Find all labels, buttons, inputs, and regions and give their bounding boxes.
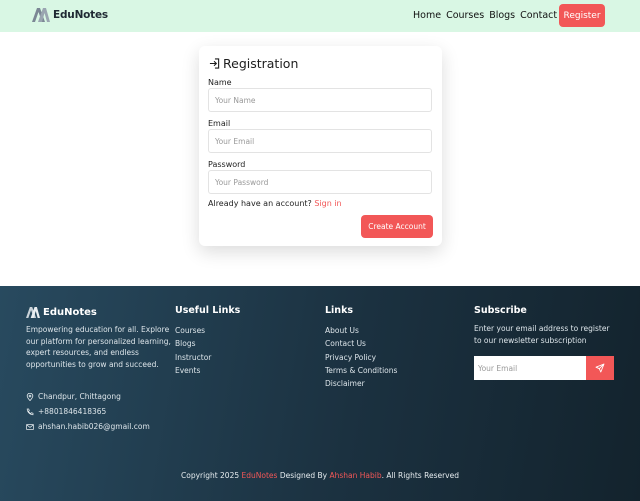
- mail-icon: [26, 423, 34, 430]
- brand-name: EduNotes: [53, 9, 108, 21]
- register-button[interactable]: Register: [559, 4, 605, 27]
- signin-link[interactable]: Sign in: [314, 199, 341, 208]
- email-label: Email: [208, 119, 231, 128]
- already-text: Already have an account?: [208, 199, 312, 208]
- footer-brand[interactable]: EduNotes: [26, 307, 97, 318]
- location-pin-icon: [26, 392, 34, 401]
- footer-description: Empowering education for all. Explore ou…: [26, 325, 171, 370]
- footer-link-events[interactable]: Events: [175, 364, 211, 377]
- send-icon: [595, 363, 605, 373]
- footer-phone: +8801846418365: [26, 407, 106, 416]
- footer-link-disclaimer[interactable]: Disclaimer: [325, 377, 397, 390]
- signin-prompt: Already have an account? Sign in: [208, 199, 342, 208]
- footer-address: Chandpur, Chittagong: [26, 392, 121, 401]
- footer-link-contact-us[interactable]: Contact Us: [325, 337, 397, 350]
- logo-icon: [26, 307, 40, 318]
- copyright-designed-by: Designed By: [279, 471, 328, 480]
- brand-logo[interactable]: EduNotes: [32, 8, 108, 22]
- email-input[interactable]: Your Email: [208, 129, 432, 153]
- footer-link-terms[interactable]: Terms & Conditions: [325, 364, 397, 377]
- useful-links-heading: Useful Links: [175, 305, 241, 316]
- name-label: Name: [208, 78, 232, 87]
- footer-link-about-us[interactable]: About Us: [325, 324, 397, 337]
- sign-in-icon: [209, 58, 220, 69]
- copyright: Copyright 2025 EduNotes Designed By Ahsh…: [0, 471, 640, 480]
- newsletter-email-input[interactable]: Your Email: [474, 356, 586, 380]
- navbar: EduNotes Home Courses Blogs Contact Us R…: [0, 0, 640, 32]
- footer-brand-name: EduNotes: [43, 307, 97, 318]
- subscribe-text: Enter your email address to register to …: [474, 324, 610, 345]
- email-text: ahshan.habib026@gmail.com: [38, 422, 150, 431]
- nav-link-courses[interactable]: Courses: [446, 10, 484, 21]
- useful-links-list: Courses Blogs Instructor Events: [175, 324, 211, 377]
- newsletter-send-button[interactable]: [586, 356, 614, 380]
- nav-link-blogs[interactable]: Blogs: [489, 10, 515, 21]
- footer-link-privacy-policy[interactable]: Privacy Policy: [325, 351, 397, 364]
- password-input[interactable]: Your Password: [208, 170, 432, 194]
- logo-icon: [32, 8, 50, 22]
- card-header: Registration: [209, 56, 298, 71]
- copyright-prefix: Copyright 2025: [181, 471, 240, 480]
- footer: EduNotes Empowering education for all. E…: [0, 286, 640, 501]
- phone-icon: [26, 408, 34, 415]
- name-input[interactable]: Your Name: [208, 88, 432, 112]
- footer-link-courses[interactable]: Courses: [175, 324, 211, 337]
- links-list: About Us Contact Us Privacy Policy Terms…: [325, 324, 397, 390]
- form-title: Registration: [223, 56, 299, 71]
- create-account-button[interactable]: Create Account: [361, 215, 433, 238]
- copyright-author[interactable]: Ahshan Habib: [329, 471, 381, 480]
- nav-links: Home Courses Blogs Contact Us: [413, 10, 572, 21]
- password-label: Password: [208, 160, 246, 169]
- registration-card: Registration Name Your Name Email Your E…: [199, 46, 442, 246]
- subscribe-heading: Subscribe: [474, 305, 527, 316]
- nav-link-home[interactable]: Home: [413, 10, 441, 21]
- footer-link-instructor[interactable]: Instructor: [175, 351, 211, 364]
- links-heading: Links: [325, 305, 354, 316]
- phone-text: +8801846418365: [38, 407, 107, 416]
- address-text: Chandpur, Chittagong: [38, 392, 121, 401]
- copyright-suffix: . All Rights Reserved: [381, 471, 459, 480]
- footer-link-blogs[interactable]: Blogs: [175, 337, 211, 350]
- copyright-brand[interactable]: EduNotes: [242, 471, 278, 480]
- footer-email: ahshan.habib026@gmail.com: [26, 422, 150, 431]
